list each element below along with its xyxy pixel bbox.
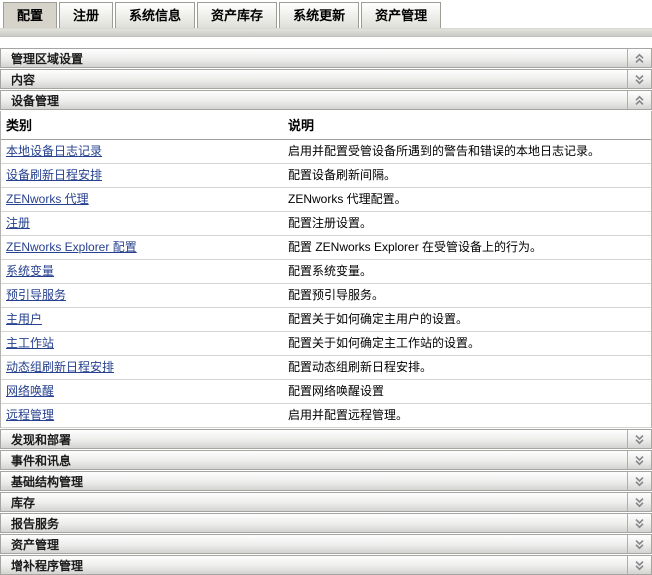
double-chevron-down-icon[interactable] [627,493,651,511]
tab-system-update[interactable]: 系统更新 [279,2,360,28]
section-title: 资产管理 [11,537,60,552]
double-chevron-up-icon[interactable] [627,91,651,109]
section-title: 报告服务 [11,516,60,531]
section-title: 内容 [11,72,36,87]
column-header-description: 说明 [283,111,651,140]
row-description: 配置关于如何确定主用户的设置。 [283,307,651,332]
double-chevron-down-icon[interactable] [627,514,651,532]
section-header-discovery-and-deployment[interactable]: 发现和部署 [0,429,652,449]
section-header-inventory[interactable]: 库存 [0,492,652,512]
row-description: 配置关于如何确定主工作站的设置。 [283,331,651,356]
category-link[interactable]: ZENworks 代理 [6,192,89,206]
category-link[interactable]: 网络唤醒 [6,384,54,398]
category-link[interactable]: 系统变量 [6,264,54,278]
tab-registration[interactable]: 注册 [59,2,114,28]
section-header-device-management[interactable]: 设备管理 [0,90,652,110]
table-row: 主工作站 配置关于如何确定主工作站的设置。 [1,331,651,356]
top-tab-bar: 配置 注册 系统信息 资产库存 系统更新 资产管理 [0,0,652,28]
row-description: 配置网络唤醒设置 [283,379,651,404]
table-row: 设备刷新日程安排 配置设备刷新间隔。 [1,163,651,188]
row-description: 配置预引导服务。 [283,283,651,308]
category-table: 类别 说明 本地设备日志记录 启用并配置受管设备所遇到的警告和错误的本地日志记录… [1,111,651,428]
section-title: 事件和讯息 [11,453,72,468]
section-header-asset-management[interactable]: 资产管理 [0,534,652,554]
section-title: 增补程序管理 [11,558,84,573]
table-row: 本地设备日志记录 启用并配置受管设备所遇到的警告和错误的本地日志记录。 [1,139,651,164]
row-description: 配置设备刷新间隔。 [283,163,651,188]
category-link[interactable]: 主工作站 [6,336,54,350]
section-title: 库存 [11,495,36,510]
category-link[interactable]: 设备刷新日程安排 [6,168,102,182]
section-title: 发现和部署 [11,432,72,447]
tab-system-information[interactable]: 系统信息 [115,2,196,28]
category-link[interactable]: 动态组刷新日程安排 [6,360,114,374]
section-header-event-and-messaging[interactable]: 事件和讯息 [0,450,652,470]
row-description: ZENworks 代理配置。 [283,187,651,212]
section-header-infrastructure-management[interactable]: 基础结构管理 [0,471,652,491]
row-description: 配置 ZENworks Explorer 在受管设备上的行为。 [283,235,651,260]
category-link[interactable]: 远程管理 [6,408,54,422]
category-link[interactable]: 预引导服务 [6,288,66,302]
section-header-management-zone-settings[interactable]: 管理区域设置 [0,48,652,68]
table-row: 注册 配置注册设置。 [1,211,651,236]
table-row: 远程管理 启用并配置远程管理。 [1,403,651,428]
device-management-table-wrap: 类别 说明 本地设备日志记录 启用并配置受管设备所遇到的警告和错误的本地日志记录… [0,111,652,428]
tab-bottom-strip [0,28,652,37]
double-chevron-down-icon[interactable] [627,70,651,88]
double-chevron-down-icon[interactable] [627,556,651,574]
table-row: 网络唤醒 配置网络唤醒设置 [1,379,651,404]
tab-asset-management[interactable]: 资产管理 [361,2,442,28]
tab-configuration[interactable]: 配置 [3,2,58,28]
section-header-patch-management[interactable]: 增补程序管理 [0,555,652,575]
double-chevron-up-icon[interactable] [627,49,651,67]
section-header-content[interactable]: 内容 [0,69,652,89]
column-header-category: 类别 [1,111,283,140]
category-link[interactable]: 注册 [6,216,30,230]
section-title: 管理区域设置 [11,51,84,66]
category-link[interactable]: 本地设备日志记录 [6,144,102,158]
tab-asset-inventory[interactable]: 资产库存 [197,2,278,28]
section-title: 设备管理 [11,93,60,108]
table-row: 系统变量 配置系统变量。 [1,259,651,284]
table-header-row: 类别 说明 [1,111,651,140]
section-title: 基础结构管理 [11,474,84,489]
table-row: 主用户 配置关于如何确定主用户的设置。 [1,307,651,332]
row-description: 配置注册设置。 [283,211,651,236]
category-link[interactable]: ZENworks Explorer 配置 [6,240,137,254]
row-description: 配置动态组刷新日程安排。 [283,355,651,380]
table-row: 动态组刷新日程安排 配置动态组刷新日程安排。 [1,355,651,380]
category-link[interactable]: 主用户 [6,312,42,326]
row-description: 启用并配置远程管理。 [283,403,651,428]
double-chevron-down-icon[interactable] [627,472,651,490]
double-chevron-down-icon[interactable] [627,430,651,448]
table-row: ZENworks Explorer 配置 配置 ZENworks Explore… [1,235,651,260]
table-row: ZENworks 代理 ZENworks 代理配置。 [1,187,651,212]
double-chevron-down-icon[interactable] [627,451,651,469]
double-chevron-down-icon[interactable] [627,535,651,553]
row-description: 配置系统变量。 [283,259,651,284]
section-header-reporting-services[interactable]: 报告服务 [0,513,652,533]
row-description: 启用并配置受管设备所遇到的警告和错误的本地日志记录。 [283,139,651,164]
table-row: 预引导服务 配置预引导服务。 [1,283,651,308]
